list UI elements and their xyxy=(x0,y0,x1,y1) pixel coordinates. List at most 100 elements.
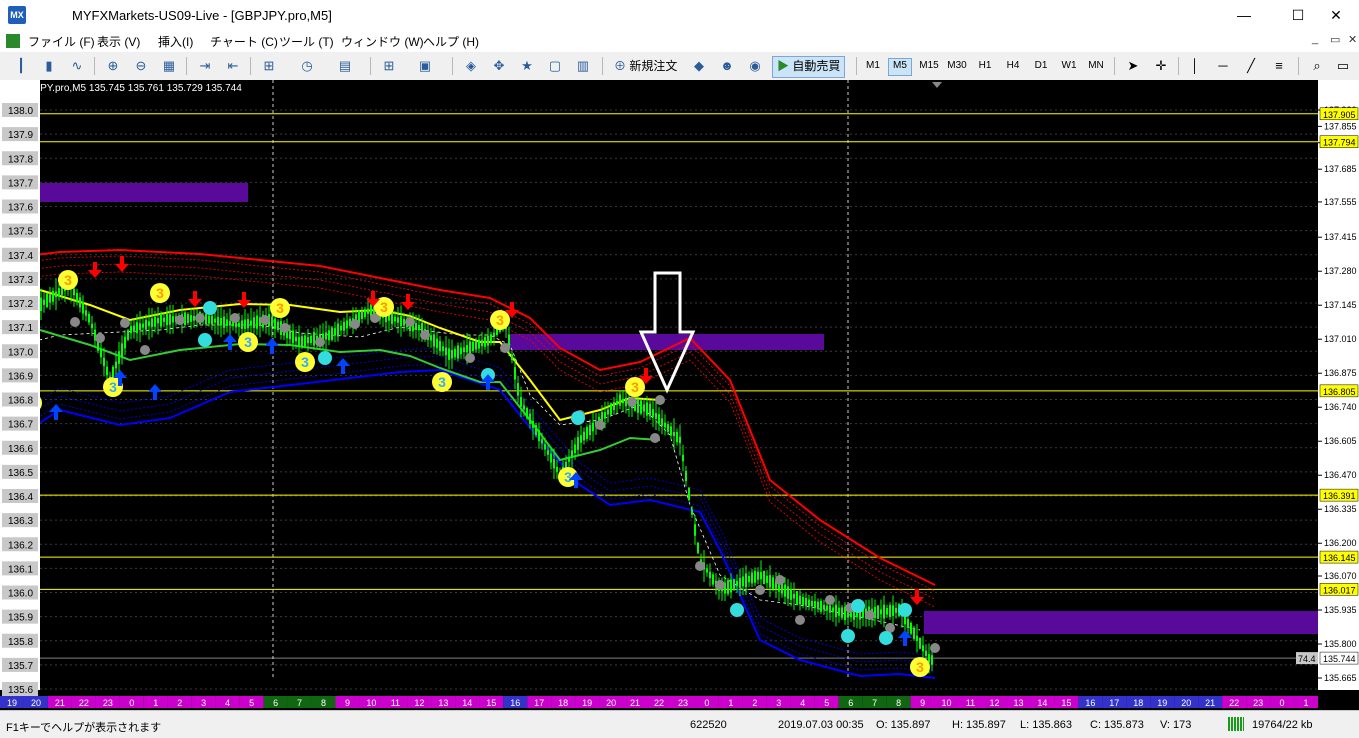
candle-body xyxy=(805,597,807,606)
status-high: H: 135.897 xyxy=(952,719,1006,731)
menu-window[interactable]: ウィンドウ (W) xyxy=(341,33,424,50)
timeframe-m5[interactable]: M5 xyxy=(888,58,912,76)
title-bar: MX MYFXMarkets-US09-Live - [GBPJPY.pro,M… xyxy=(0,0,1359,30)
candle-body xyxy=(301,336,303,347)
left-tick-label: 136.2 xyxy=(8,540,33,551)
market-watch-icon[interactable]: ◈ xyxy=(462,57,480,75)
timeframe-d1[interactable]: D1 xyxy=(1030,58,1052,74)
candle-body xyxy=(190,315,192,322)
candle-body xyxy=(340,325,342,331)
candle-body xyxy=(685,470,687,482)
bar-chart-icon[interactable]: ┃ xyxy=(12,57,30,75)
zoom-out-icon[interactable]: ⊖ xyxy=(132,57,150,75)
price-label-text: 135.744 xyxy=(1323,654,1356,664)
candle-body xyxy=(76,292,78,302)
profiles-icon[interactable]: ▣ xyxy=(416,57,434,75)
left-tick-label: 137.1 xyxy=(8,323,33,334)
timeframe-m30[interactable]: M30 xyxy=(944,58,970,74)
cursor-icon[interactable]: ➤ xyxy=(1124,57,1142,75)
signal-dot xyxy=(280,323,290,333)
timeframe-m1[interactable]: M1 xyxy=(862,58,884,74)
chart-shift-icon[interactable]: ⇤ xyxy=(224,57,242,75)
tile-windows-icon[interactable]: ▦ xyxy=(160,57,178,75)
left-tick-label: 136.4 xyxy=(8,492,33,503)
lower-band-line xyxy=(19,368,936,679)
hour-label: 17 xyxy=(1109,698,1119,708)
strategy-tester-icon[interactable]: ▥ xyxy=(574,57,592,75)
sell-signal-label: 3 xyxy=(380,299,388,315)
left-tick-label: 135.9 xyxy=(8,613,33,624)
hour-label: 20 xyxy=(1181,698,1191,708)
candle-body xyxy=(163,317,165,322)
candle-body xyxy=(445,347,447,356)
templates-icon[interactable]: ▤ xyxy=(336,57,354,75)
hour-label: 22 xyxy=(79,698,89,708)
minimize-button[interactable]: — xyxy=(1221,0,1267,30)
timeframe-w1[interactable]: W1 xyxy=(1058,58,1080,74)
candle-body xyxy=(907,618,909,628)
menu-view[interactable]: 表示 (V) xyxy=(97,33,140,50)
candle-body xyxy=(73,288,75,296)
chat-icon[interactable]: ▭ xyxy=(1334,57,1352,75)
menu-chart[interactable]: チャート (C) xyxy=(210,33,278,50)
periods-icon[interactable]: ◷ xyxy=(298,57,316,75)
candle-body xyxy=(781,583,783,594)
candle-body xyxy=(739,577,741,588)
hour-label: 6 xyxy=(848,698,853,708)
signals-icon[interactable]: ◉ xyxy=(746,57,764,75)
candle-body xyxy=(244,319,246,329)
new-chart-icon[interactable]: ⊞ xyxy=(380,57,398,75)
vertical-line-icon[interactable]: │ xyxy=(1186,57,1204,75)
horizontal-line-icon[interactable]: ─ xyxy=(1214,57,1232,75)
sell-signal-label: 3 xyxy=(916,659,924,675)
navigator-icon[interactable]: ★ xyxy=(518,57,536,75)
left-tick-label: 137.6 xyxy=(8,203,33,214)
mdi-close-button[interactable]: ✕ xyxy=(1348,33,1357,46)
close-button[interactable]: ✕ xyxy=(1313,0,1359,30)
candle-body xyxy=(808,599,810,606)
auto-trading-button[interactable]: ▶ 自動売買 xyxy=(772,56,846,78)
community-icon[interactable]: ☻ xyxy=(718,57,736,75)
line-chart-icon[interactable]: ∿ xyxy=(68,57,86,75)
mdi-restore-button[interactable]: ▭ xyxy=(1330,33,1340,46)
candle-body xyxy=(133,325,135,332)
mdi-minimize-button[interactable]: _ xyxy=(1312,33,1318,45)
chart-area[interactable]: 3333333333333138.0137.9137.8137.7137.613… xyxy=(0,80,1359,710)
candle-body xyxy=(136,322,138,334)
timeframe-h4[interactable]: H4 xyxy=(1002,58,1024,74)
candlestick-icon[interactable]: ▮ xyxy=(40,57,58,75)
trendline-icon[interactable]: ╱ xyxy=(1242,57,1260,75)
timeframe-h1[interactable]: H1 xyxy=(974,58,996,74)
search-icon[interactable]: ⌕ xyxy=(1308,57,1326,75)
price-chart[interactable]: 3333333333333138.0137.9137.8137.7137.613… xyxy=(0,80,1359,710)
candle-body xyxy=(469,341,471,354)
candle-body xyxy=(49,294,51,303)
candle-body xyxy=(655,413,657,419)
candle-body xyxy=(748,575,750,583)
zoom-in-icon[interactable]: ⊕ xyxy=(104,57,122,75)
candle-body xyxy=(472,341,474,352)
indicators-icon[interactable]: ⊞ xyxy=(260,57,278,75)
candle-body xyxy=(688,487,690,501)
hour-label: 20 xyxy=(31,698,41,708)
candle-body xyxy=(433,334,435,347)
menu-file[interactable]: ファイル (F) xyxy=(28,33,95,50)
data-window-icon[interactable]: ✥ xyxy=(490,57,508,75)
menu-tools[interactable]: ツール (T) xyxy=(279,33,334,50)
candle-body xyxy=(643,404,645,412)
menu-insert[interactable]: 挿入(I) xyxy=(158,33,193,50)
timeframe-mn[interactable]: MN xyxy=(1084,58,1108,74)
candle-body xyxy=(106,366,108,376)
timeframe-m15[interactable]: M15 xyxy=(916,58,942,74)
price-label-text: 137.794 xyxy=(1323,138,1356,148)
auto-scroll-icon[interactable]: ⇥ xyxy=(196,57,214,75)
crosshair-icon[interactable]: ✛ xyxy=(1152,57,1170,75)
terminal-icon[interactable]: ▢ xyxy=(546,57,564,75)
candle-body xyxy=(880,609,882,615)
metaeditor-icon[interactable]: ◆ xyxy=(690,57,708,75)
app-logo-icon: MX xyxy=(8,6,26,24)
menu-help[interactable]: ヘルプ (H) xyxy=(423,33,479,50)
new-order-button[interactable]: ⊕ 新規注文 xyxy=(610,56,681,76)
fibonacci-icon[interactable]: ≡ xyxy=(1270,57,1288,75)
candle-body xyxy=(130,326,132,334)
